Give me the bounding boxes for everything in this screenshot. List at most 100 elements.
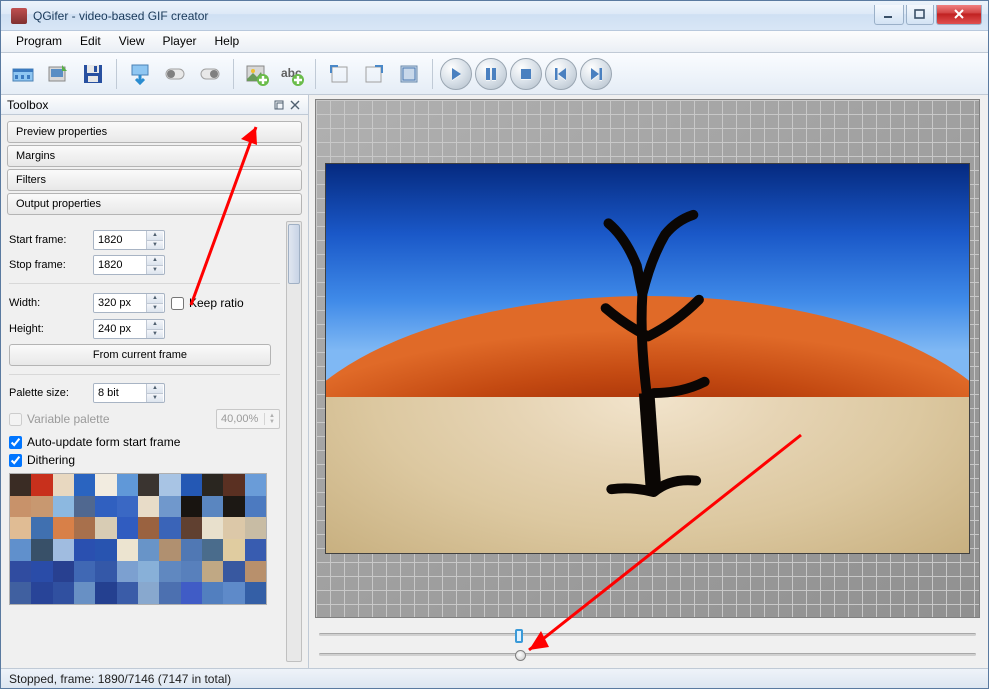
dithering-checkbox[interactable]: Dithering [9, 453, 280, 467]
close-panel-icon[interactable] [288, 98, 302, 112]
minimize-button[interactable] [874, 5, 904, 25]
export-gif-button[interactable] [42, 58, 74, 90]
main-area: Toolbox Preview properties Margins Filte… [1, 95, 988, 668]
section-filters[interactable]: Filters [7, 169, 302, 191]
palette-swatch [159, 561, 180, 583]
palette-swatch [223, 539, 244, 561]
palette-swatch [202, 474, 223, 496]
variablepalette-pct: 40,00%▲▼ [216, 409, 280, 429]
mark-out-button[interactable] [194, 58, 226, 90]
pause-button[interactable] [475, 58, 507, 90]
palette-swatch [202, 539, 223, 561]
palette-swatch [181, 474, 202, 496]
stopframe-input[interactable]: ▲▼ [93, 255, 165, 275]
position-handle[interactable] [515, 650, 526, 661]
palette-swatch [138, 561, 159, 583]
palette-swatch [181, 561, 202, 583]
range-slider[interactable] [315, 624, 980, 644]
spin-down-icon[interactable]: ▼ [147, 241, 163, 250]
palette-swatch [10, 539, 31, 561]
from-current-frame-button[interactable]: From current frame [9, 344, 271, 366]
autoupdate-checkbox[interactable]: Auto-update form start frame [9, 435, 280, 449]
palette-swatch [95, 539, 116, 561]
range-handle[interactable] [515, 629, 523, 643]
spin-up-icon[interactable]: ▲ [147, 231, 163, 241]
width-input[interactable]: ▲▼ [93, 293, 165, 313]
palette-swatch [31, 517, 52, 539]
menu-player[interactable]: Player [154, 31, 206, 52]
scrollbar-thumb[interactable] [288, 224, 300, 284]
mark-in-button[interactable] [159, 58, 191, 90]
palette-swatch [159, 539, 180, 561]
palette-swatch [10, 582, 31, 604]
left-panel: Toolbox Preview properties Margins Filte… [1, 95, 309, 668]
menu-program[interactable]: Program [7, 31, 71, 52]
toolbox-scrollbar[interactable] [286, 221, 302, 662]
toolbox-body: Preview properties Margins Filters Outpu… [1, 115, 308, 668]
palette-swatch [223, 517, 244, 539]
palette-swatch [202, 496, 223, 518]
toolbar: abc [1, 53, 988, 95]
section-margins[interactable]: Margins [7, 145, 302, 167]
maximize-button[interactable] [906, 5, 934, 25]
next-frame-button[interactable] [580, 58, 612, 90]
stop-button[interactable] [510, 58, 542, 90]
add-image-button[interactable] [241, 58, 273, 90]
palette-swatch [53, 539, 74, 561]
palette-swatch [10, 561, 31, 583]
toolbox-header: Toolbox [1, 95, 308, 115]
video-preview [326, 164, 969, 553]
palette-swatch [53, 582, 74, 604]
startframe-label: Start frame: [9, 234, 87, 246]
palette-swatch [74, 496, 95, 518]
section-output[interactable]: Output properties [7, 193, 302, 215]
crop-tl-button[interactable] [323, 58, 355, 90]
palette-swatch [95, 582, 116, 604]
palette-swatch [138, 496, 159, 518]
export-down-button[interactable] [124, 58, 156, 90]
palette-swatch [159, 474, 180, 496]
section-preview[interactable]: Preview properties [7, 121, 302, 143]
crop-full-button[interactable] [393, 58, 425, 90]
save-button[interactable] [77, 58, 109, 90]
tree-silhouette [583, 195, 724, 506]
position-slider[interactable] [315, 644, 980, 664]
palette-swatch [10, 474, 31, 496]
palette-swatch [31, 474, 52, 496]
undock-icon[interactable] [272, 98, 286, 112]
menu-edit[interactable]: Edit [71, 31, 110, 52]
palette-swatch [74, 561, 95, 583]
palette-swatch [223, 496, 244, 518]
palette-swatch [181, 582, 202, 604]
palette-swatch [10, 496, 31, 518]
palette-swatch [138, 474, 159, 496]
crop-tr-button[interactable] [358, 58, 390, 90]
stopframe-label: Stop frame: [9, 259, 87, 271]
startframe-input[interactable]: ▲▼ [93, 230, 165, 250]
app-window: QGifer - video-based GIF creator Program… [0, 0, 989, 689]
play-button[interactable] [440, 58, 472, 90]
palette-swatch [223, 561, 244, 583]
palette-swatch [31, 582, 52, 604]
keepratio-checkbox[interactable]: Keep ratio [171, 296, 244, 310]
palette-swatch [117, 496, 138, 518]
palettesize-input[interactable]: ▲▼ [93, 383, 165, 403]
open-video-button[interactable] [7, 58, 39, 90]
palette-swatch [138, 539, 159, 561]
close-button[interactable] [936, 5, 982, 25]
palette-swatch [245, 517, 266, 539]
palette-swatch [117, 517, 138, 539]
height-input[interactable]: ▲▼ [93, 319, 165, 339]
toolbox-title: Toolbox [7, 98, 48, 112]
menu-view[interactable]: View [110, 31, 154, 52]
add-text-button[interactable]: abc [276, 58, 308, 90]
palettesize-label: Palette size: [9, 387, 87, 399]
menu-help[interactable]: Help [206, 31, 249, 52]
preview-canvas [315, 99, 980, 618]
right-panel [309, 95, 988, 668]
palette-swatch [53, 474, 74, 496]
palette-swatch [223, 474, 244, 496]
palette-swatch [159, 496, 180, 518]
prev-frame-button[interactable] [545, 58, 577, 90]
palette-swatch [117, 582, 138, 604]
